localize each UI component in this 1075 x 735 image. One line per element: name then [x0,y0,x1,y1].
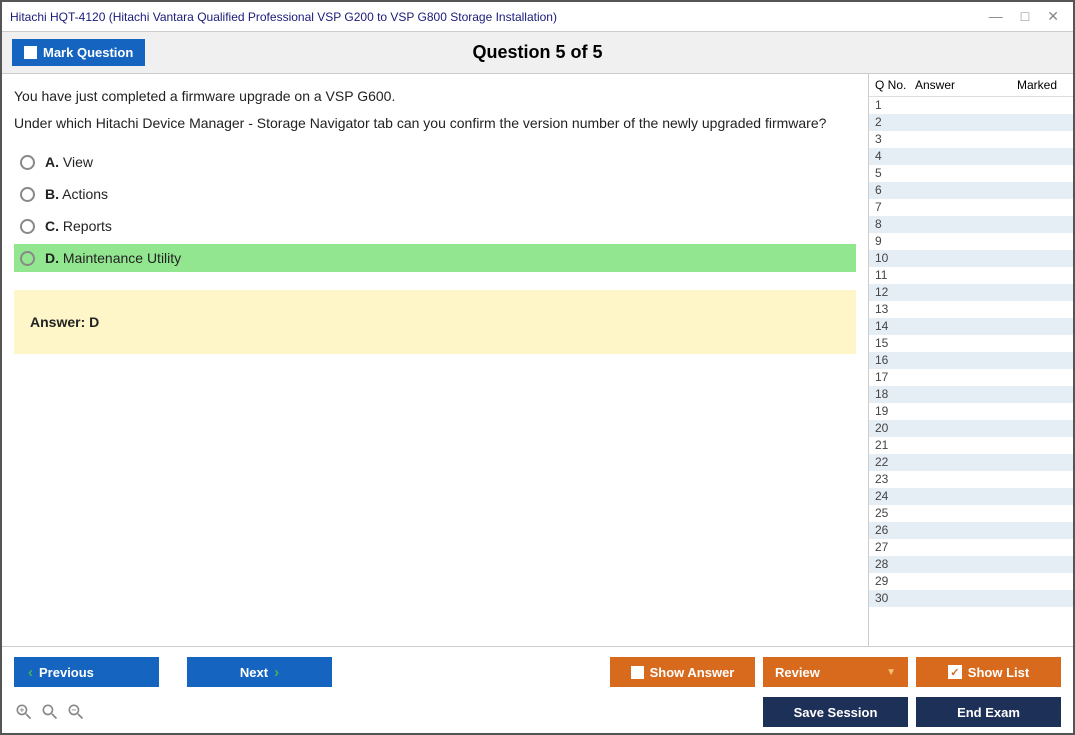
save-session-button[interactable]: Save Session [763,697,908,727]
show-list-button[interactable]: ✓ Show List [916,657,1061,687]
radio-icon[interactable] [20,155,35,170]
show-answer-label: Show Answer [650,665,735,680]
list-item[interactable]: 4 [869,148,1073,165]
save-session-label: Save Session [794,705,878,720]
list-item[interactable]: 18 [869,386,1073,403]
option-c-label: C. Reports [45,218,112,234]
main-area: You have just completed a firmware upgra… [2,74,1073,646]
list-item[interactable]: 5 [869,165,1073,182]
answer-box: Answer: D [14,290,856,354]
footer: ‹ Previous Next › Show Answer Review ▼ ✓… [2,646,1073,733]
check-icon: ✓ [948,665,962,679]
footer-tools-row: Save Session End Exam [14,697,1061,727]
col-qno: Q No. [875,78,915,92]
next-label: Next [240,665,268,680]
list-item[interactable]: 15 [869,335,1073,352]
zoom-controls [14,702,86,722]
radio-icon[interactable] [20,187,35,202]
list-item[interactable]: 24 [869,488,1073,505]
window-title: Hitachi HQT-4120 (Hitachi Vantara Qualif… [10,10,989,24]
list-item[interactable]: 29 [869,573,1073,590]
list-item[interactable]: 10 [869,250,1073,267]
question-text-line1: You have just completed a firmware upgra… [14,88,856,104]
zoom-out-icon[interactable] [66,702,86,722]
square-icon [631,666,644,679]
end-exam-label: End Exam [957,705,1020,720]
mark-question-label: Mark Question [43,45,133,60]
next-button[interactable]: Next › [187,657,332,687]
window-controls: — □ ✕ [989,8,1065,25]
list-item[interactable]: 11 [869,267,1073,284]
zoom-in-icon[interactable] [14,702,34,722]
close-icon[interactable]: ✕ [1047,8,1059,25]
option-b-label: B. Actions [45,186,108,202]
toolbar: Mark Question Question 5 of 5 [2,32,1073,74]
question-text-line2: Under which Hitachi Device Manager - Sto… [14,114,856,132]
list-item[interactable]: 13 [869,301,1073,318]
list-item[interactable]: 19 [869,403,1073,420]
list-item[interactable]: 3 [869,131,1073,148]
list-item[interactable]: 21 [869,437,1073,454]
radio-icon[interactable] [20,219,35,234]
list-item[interactable]: 12 [869,284,1073,301]
list-item[interactable]: 25 [869,505,1073,522]
list-item[interactable]: 1 [869,97,1073,114]
maximize-icon[interactable]: □ [1021,8,1029,25]
show-answer-button[interactable]: Show Answer [610,657,755,687]
option-a-label: A. View [45,154,93,170]
list-item[interactable]: 22 [869,454,1073,471]
list-item[interactable]: 14 [869,318,1073,335]
list-item[interactable]: 17 [869,369,1073,386]
list-item[interactable]: 9 [869,233,1073,250]
list-item[interactable]: 26 [869,522,1073,539]
list-item[interactable]: 16 [869,352,1073,369]
minimize-icon[interactable]: — [989,8,1003,25]
list-item[interactable]: 2 [869,114,1073,131]
title-bar: Hitachi HQT-4120 (Hitachi Vantara Qualif… [2,2,1073,32]
chevron-right-icon: › [274,664,279,681]
question-list-header: Q No. Answer Marked [869,74,1073,97]
chevron-left-icon: ‹ [28,664,33,681]
option-c[interactable]: C. Reports [14,212,856,240]
list-item[interactable]: 28 [869,556,1073,573]
option-d[interactable]: D. Maintenance Utility [14,244,856,272]
footer-nav-row: ‹ Previous Next › Show Answer Review ▼ ✓… [14,657,1061,687]
chevron-down-icon: ▼ [886,667,896,678]
list-item[interactable]: 27 [869,539,1073,556]
checkbox-icon [24,46,37,59]
col-marked: Marked [1017,78,1067,92]
previous-button[interactable]: ‹ Previous [14,657,159,687]
review-label: Review [775,665,820,680]
review-button[interactable]: Review ▼ [763,657,908,687]
question-list-body[interactable]: 1234567891011121314151617181920212223242… [869,97,1073,646]
list-item[interactable]: 20 [869,420,1073,437]
show-list-label: Show List [968,665,1029,680]
app-window: Hitachi HQT-4120 (Hitachi Vantara Qualif… [0,0,1075,735]
list-item[interactable]: 30 [869,590,1073,607]
zoom-icon[interactable] [40,702,60,722]
list-item[interactable]: 8 [869,216,1073,233]
option-a[interactable]: A. View [14,148,856,176]
question-counter: Question 5 of 5 [472,42,602,63]
end-exam-button[interactable]: End Exam [916,697,1061,727]
question-content: You have just completed a firmware upgra… [2,74,868,646]
list-item[interactable]: 23 [869,471,1073,488]
option-d-label: D. Maintenance Utility [45,250,181,266]
radio-icon[interactable] [20,251,35,266]
option-b[interactable]: B. Actions [14,180,856,208]
col-answer: Answer [915,78,1017,92]
list-item[interactable]: 7 [869,199,1073,216]
list-item[interactable]: 6 [869,182,1073,199]
question-list-panel: Q No. Answer Marked 12345678910111213141… [868,74,1073,646]
previous-label: Previous [39,665,94,680]
mark-question-button[interactable]: Mark Question [12,39,145,66]
